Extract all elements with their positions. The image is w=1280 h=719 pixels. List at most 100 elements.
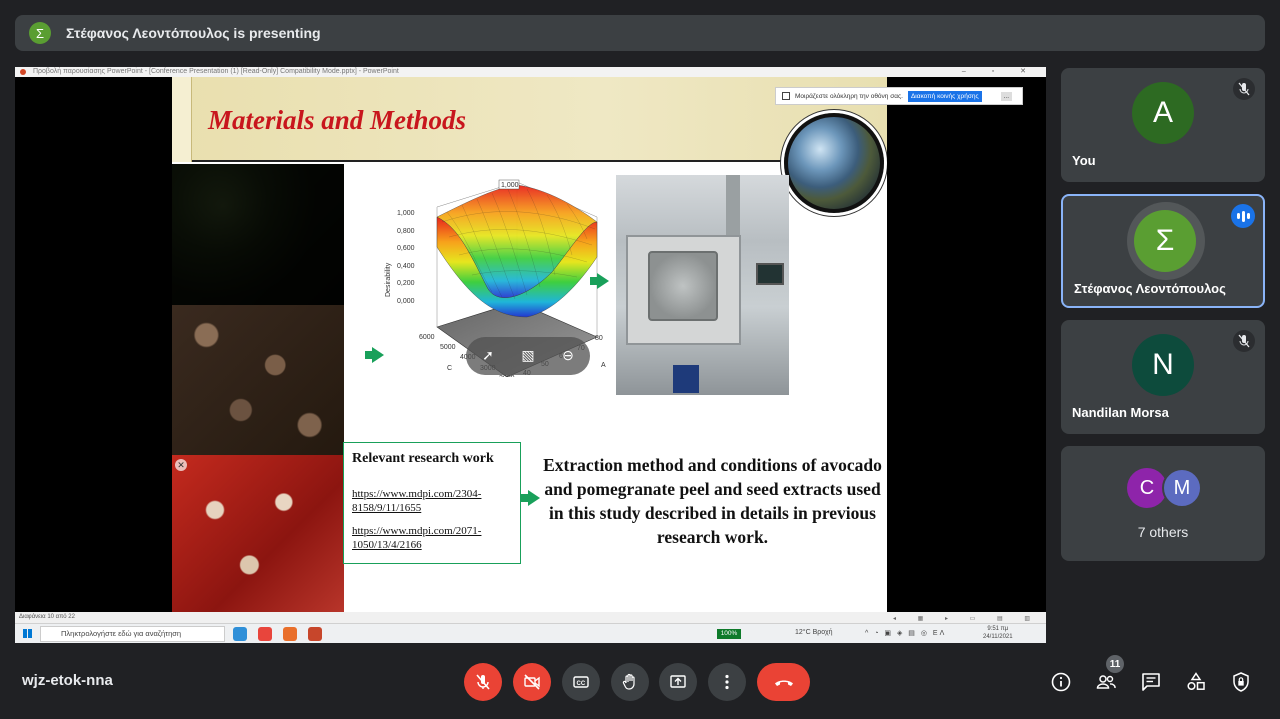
firefox-icon[interactable]: [283, 627, 297, 641]
stop-sharing-button[interactable]: Διακοπή κοινής χρήσης: [907, 90, 982, 102]
avatar: Σ: [1134, 210, 1196, 272]
activities-icon: [1187, 672, 1205, 691]
edge-icon[interactable]: [233, 627, 247, 641]
avatar: N: [1132, 334, 1194, 396]
shield-lock-icon: [1233, 672, 1249, 692]
meeting-code: wjz-etok-nna: [22, 672, 113, 689]
svg-text:2000: 2000: [499, 375, 515, 377]
camera-off-icon: [524, 674, 540, 690]
slideshow-overlay-controls: ➚ ▧ ⊖: [466, 337, 590, 375]
powerpoint-taskbar-icon[interactable]: [308, 627, 322, 641]
svg-text:5000: 5000: [440, 344, 456, 351]
reference-link-2[interactable]: https://www.mdpi.com/2071-1050/13/4/2166: [352, 524, 512, 552]
presenting-text: Στέφανος Λεοντόπουλος is presenting: [66, 25, 321, 41]
screen-share-bar: Μοιράζεστε ολόκληρη την οθόνη σας. Διακο…: [775, 87, 1023, 105]
speaking-indicator-icon: [1231, 204, 1255, 228]
presentation-slide: Materials and Methods ✕ 1,000 0,800 0,60…: [172, 77, 887, 612]
info-icon: [1051, 672, 1071, 692]
share-screen-icon: [782, 92, 790, 100]
more-vert-icon: [725, 674, 729, 690]
pointer-icon[interactable]: ➚: [478, 345, 498, 365]
hang-up-icon: [774, 680, 793, 686]
chat-button[interactable]: [1139, 670, 1163, 694]
weather-widget[interactable]: 12°C Βροχή: [795, 629, 833, 636]
shared-screen[interactable]: Προβολή παρουσίασης PowerPoint - [Confer…: [15, 67, 1046, 643]
svg-text:0,400: 0,400: [397, 263, 415, 270]
system-tray[interactable]: ^ ◔ ▣ ◈ ▤ ◎ ΕΛ: [865, 629, 946, 637]
windows-start-icon[interactable]: [23, 629, 32, 638]
share-bar-more-button[interactable]: ...: [1000, 91, 1013, 101]
participant-tile-others[interactable]: C M 7 others: [1061, 446, 1265, 561]
host-controls-button[interactable]: [1229, 670, 1253, 694]
arrow-right-icon: [590, 273, 609, 289]
others-label: 7 others: [1137, 524, 1189, 540]
reference-link-1[interactable]: https://www.mdpi.com/2304-8158/9/11/1655: [352, 487, 512, 515]
avatar: M: [1162, 468, 1202, 508]
svg-text:0,200: 0,200: [397, 280, 415, 287]
presenting-banner: Σ Στέφανος Λεοντόπουλος is presenting: [15, 15, 1265, 51]
research-reference-box: Relevant research work https://www.mdpi.…: [343, 442, 521, 564]
svg-text:0,000: 0,000: [397, 298, 415, 305]
powerpoint-icon: [20, 69, 26, 75]
avocado-seed-photo: [172, 305, 344, 455]
reference-title: Relevant research work: [352, 451, 494, 466]
camera-toggle-button[interactable]: [513, 663, 551, 701]
avatar: C: [1127, 468, 1167, 508]
peak-value-label: 1,000: [501, 182, 519, 189]
microphone-toggle-button[interactable]: [464, 663, 502, 701]
windows-taskbar: Πληκτρολογήστε εδώ για αναζήτηση 100% 12…: [15, 623, 1046, 643]
participant-name: You: [1072, 153, 1096, 168]
extractor-machine-photo: [616, 175, 789, 395]
method-description: Extraction method and conditions of avoc…: [543, 455, 882, 547]
people-button[interactable]: [1094, 670, 1118, 694]
present-now-button[interactable]: [659, 663, 697, 701]
svg-text:0,600: 0,600: [397, 245, 415, 252]
avocado-peel-photo: [172, 164, 344, 305]
captions-icon: CC: [573, 676, 589, 688]
presenter-avatar: Σ: [29, 22, 51, 44]
ppt-status-bar: Διαφάνεια 10 από 22 ◂ ▦ ▸ ▭ ▤ ▥: [15, 612, 1046, 623]
mic-off-icon: [1233, 78, 1255, 100]
close-icon[interactable]: ✕: [175, 459, 187, 471]
hand-icon: [622, 673, 635, 690]
z-axis-label: Desirability: [385, 262, 392, 297]
window-controls: – ▫ ✕: [961, 68, 1038, 75]
participant-tile-nandilan[interactable]: N Nandilan Morsa: [1061, 320, 1265, 434]
svg-text:80: 80: [595, 335, 603, 342]
slide-title: Materials and Methods: [208, 105, 467, 135]
captions-button[interactable]: CC: [562, 663, 600, 701]
participant-tile-you[interactable]: A You: [1061, 68, 1265, 182]
subtitles-icon[interactable]: ▧: [518, 345, 538, 365]
participant-tile-presenter[interactable]: Σ Στέφανος Λεοντόπουλος: [1061, 194, 1265, 308]
mic-off-icon: [476, 674, 490, 690]
meeting-details-button[interactable]: [1049, 670, 1073, 694]
participant-name: Nandilan Morsa: [1072, 405, 1169, 420]
arrow-right-icon: [521, 490, 540, 506]
globe-image: [784, 113, 884, 213]
taskbar-search[interactable]: Πληκτρολογήστε εδώ για αναζήτηση: [40, 626, 225, 642]
ztick: 1,000: [397, 210, 415, 217]
chrome-icon[interactable]: [258, 627, 272, 641]
arrow-right-icon: [365, 347, 384, 363]
participant-name: Στέφανος Λεοντόπουλος: [1074, 281, 1226, 296]
leave-call-button[interactable]: [757, 663, 810, 701]
ppt-window-title: Προβολή παρουσίασης PowerPoint - [Confer…: [15, 67, 1046, 77]
a-axis-label: A: [601, 362, 606, 369]
taskbar-clock[interactable]: 9:51 πμ 24/11/2021: [983, 625, 1013, 641]
chat-icon: [1142, 673, 1160, 691]
avatar: A: [1132, 82, 1194, 144]
mic-off-icon: [1233, 330, 1255, 352]
svg-text:6000: 6000: [419, 334, 435, 341]
svg-text:0,800: 0,800: [397, 228, 415, 235]
activities-button[interactable]: [1184, 670, 1208, 694]
raise-hand-button[interactable]: [611, 663, 649, 701]
pomegranate-photo: ✕: [172, 455, 344, 612]
present-icon: [670, 675, 686, 688]
zoom-indicator: 100%: [717, 629, 741, 639]
participant-count-badge: 11: [1106, 655, 1124, 673]
people-icon: [1096, 675, 1116, 689]
svg-text:CC: CC: [577, 681, 586, 687]
more-options-button[interactable]: [708, 663, 746, 701]
zoom-out-icon[interactable]: ⊖: [558, 345, 578, 365]
c-axis-label: C: [447, 365, 452, 372]
